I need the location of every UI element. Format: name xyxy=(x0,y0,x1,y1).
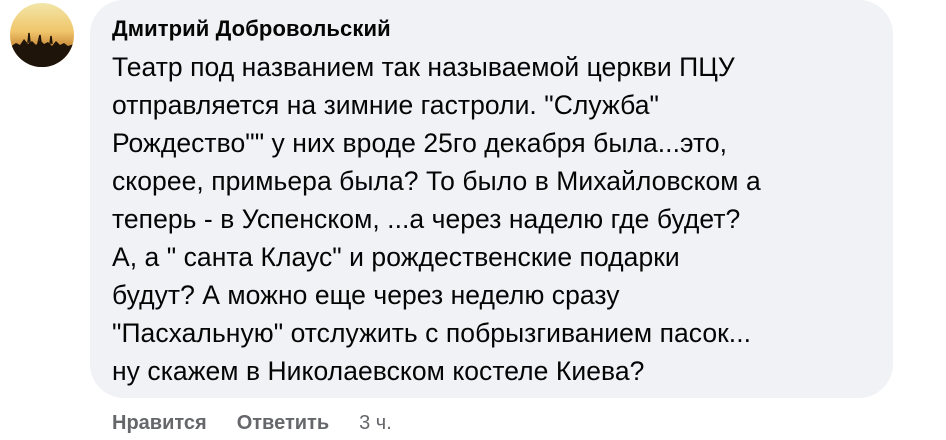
like-button[interactable]: Нравится xyxy=(112,412,207,435)
comment-text: Театр под названием так называемой церкв… xyxy=(112,52,761,386)
comment-bubble: Дмитрий Добровольский Театр под название… xyxy=(90,0,893,398)
avatar[interactable] xyxy=(10,3,74,67)
comment: Дмитрий Добровольский Театр под название… xyxy=(0,0,946,440)
avatar-photo xyxy=(10,3,74,67)
comment-actions: Нравится Ответить 3 ч. xyxy=(112,408,392,438)
timestamp[interactable]: 3 ч. xyxy=(359,412,392,435)
author-name[interactable]: Дмитрий Добровольский xyxy=(112,14,391,44)
reply-button[interactable]: Ответить xyxy=(237,412,329,435)
